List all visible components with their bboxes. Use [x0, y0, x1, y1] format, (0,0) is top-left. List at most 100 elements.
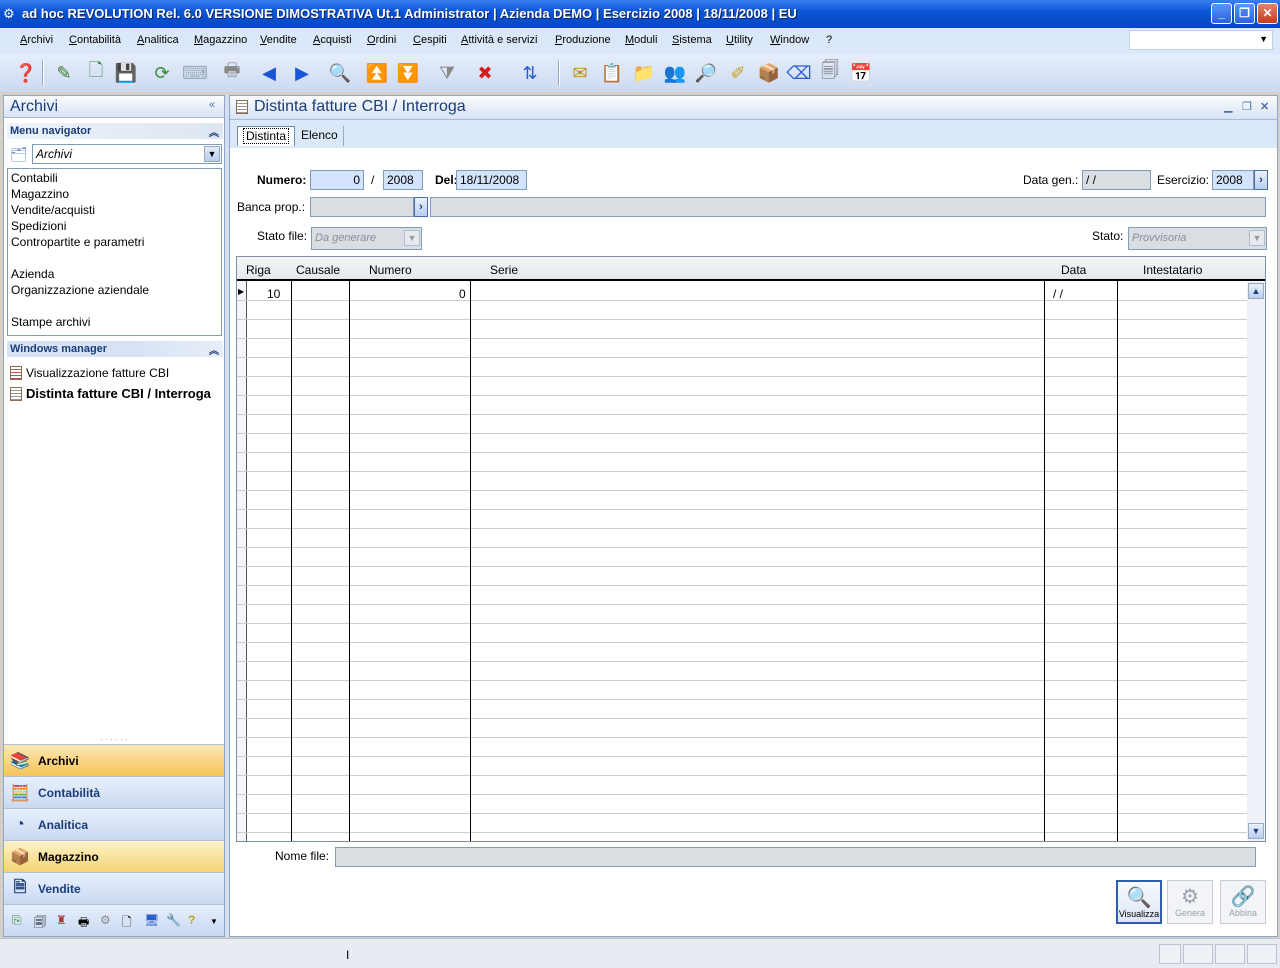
chevron-down-icon[interactable]: ▼ [204, 146, 220, 162]
menu-window[interactable]: Window [770, 34, 809, 46]
edit-icon[interactable]: ✎ [52, 61, 76, 85]
restore-button[interactable]: ❐ [1234, 3, 1255, 24]
help-icon[interactable]: ❓ [14, 61, 38, 85]
child-close-button[interactable]: ✕ [1260, 100, 1269, 113]
nav-item-spedizioni[interactable]: Spedizioni [11, 219, 66, 233]
menu-vendite[interactable]: Vendite [260, 34, 297, 46]
mini-section-icon[interactable]: 🖶 [78, 913, 89, 934]
mini-section-icon[interactable]: 🖥 [144, 913, 159, 927]
scroll-down-icon[interactable]: ▼ [1248, 823, 1264, 839]
zoom-icon[interactable]: ⇅ [518, 61, 542, 85]
tab-elenco[interactable]: Elenco [296, 126, 344, 146]
cell-riga[interactable]: 10 [267, 287, 280, 301]
del-date-field[interactable]: 18/11/2008 [456, 170, 527, 190]
menu-moduli[interactable]: Moduli [625, 34, 657, 46]
quick-combo[interactable]: ▼ [1129, 30, 1273, 50]
prev-icon[interactable]: ◀ [257, 61, 281, 85]
child-restore-button[interactable]: ❐ [1242, 100, 1252, 113]
close-button[interactable]: ✕ [1257, 3, 1278, 24]
visualizza-button[interactable]: 🔍 Visualizza [1116, 880, 1162, 924]
banca-lookup-button[interactable]: › [414, 197, 428, 217]
new-icon[interactable]: 🗋 [84, 60, 108, 85]
tab-distinta[interactable]: Distinta [237, 126, 296, 146]
menu-navigator-header[interactable]: Menu navigator ︽ [7, 123, 223, 139]
rows-grid[interactable]: Riga Causale Numero Serie Data Intestata… [236, 256, 1266, 842]
section-archivi[interactable]: 📚 Archivi [4, 744, 224, 776]
mini-section-icon[interactable]: ♜ [56, 913, 67, 927]
column-header-causale[interactable]: Causale [296, 263, 340, 277]
esercizio-field[interactable]: 2008 [1212, 170, 1254, 190]
nav-item-vendite-acquisti[interactable]: Vendite/acquisti [11, 203, 95, 217]
numero-field[interactable]: 0 [310, 170, 364, 190]
menu-acquisti[interactable]: Acquisti [313, 34, 352, 46]
menu-attivita[interactable]: Attività e servizi [461, 34, 537, 46]
row-selector-column[interactable]: ▶ [237, 281, 247, 841]
column-header-riga[interactable]: Riga [246, 263, 271, 277]
section-contabilita[interactable]: 🧮 Contabilità [4, 776, 224, 808]
marker-icon[interactable]: ✐ [726, 61, 750, 85]
menu-sistema[interactable]: Sistema [672, 34, 712, 46]
window-item-distinta[interactable]: Distinta fatture CBI / Interroga [10, 386, 211, 401]
nav-item-organizzazione[interactable]: Organizzazione aziendale [11, 283, 149, 297]
first-icon[interactable]: ⏫ [365, 61, 389, 85]
menu-magazzino[interactable]: Magazzino [194, 34, 247, 46]
documents-icon[interactable]: 🗐 [818, 60, 842, 85]
menu-contabilita[interactable]: Contabilità [69, 34, 121, 46]
column-header-data[interactable]: Data [1061, 263, 1086, 277]
chevron-up-icon[interactable]: ︽ [209, 124, 219, 139]
save-icon[interactable]: 💾 [114, 61, 138, 85]
nav-item-contabili[interactable]: Contabili [11, 171, 58, 185]
box-icon[interactable]: 📦 [757, 61, 781, 85]
navigator-combo[interactable]: Archivi ▼ [32, 144, 222, 164]
child-minimize-button[interactable]: ▁ [1224, 100, 1232, 113]
mini-section-icon[interactable]: 🗋 [122, 913, 132, 934]
refresh-icon[interactable]: ⟳ [150, 61, 174, 85]
minimize-button[interactable]: _ [1211, 3, 1232, 24]
windows-manager-header[interactable]: Windows manager ︽ [7, 341, 223, 357]
calendar-icon[interactable]: 📅 [849, 61, 873, 85]
column-header-numero[interactable]: Numero [369, 263, 412, 277]
notes-icon[interactable]: ✉ [568, 61, 592, 85]
window-item-visualizzazione[interactable]: Visualizzazione fatture CBI [10, 366, 169, 380]
chevron-down-icon[interactable]: ▼ [210, 917, 218, 926]
mini-section-icon[interactable]: ? [188, 913, 195, 927]
last-icon[interactable]: ⏬ [396, 61, 420, 85]
abbina-button[interactable]: 🔗 Abbina [1220, 880, 1266, 924]
genera-button[interactable]: ⚙ Genera [1167, 880, 1213, 924]
cell-data[interactable]: / / [1053, 287, 1063, 301]
keyboard-icon[interactable]: ⌨ [182, 61, 208, 85]
menu-archivi[interactable]: Archivi [20, 34, 53, 46]
eraser-icon[interactable]: ⌫ [786, 61, 811, 85]
delete-icon[interactable]: ✖ [473, 61, 497, 85]
esercizio-lookup-button[interactable]: › [1254, 170, 1268, 190]
menu-cespiti[interactable]: Cespiti [413, 34, 447, 46]
section-analitica[interactable]: ◔ Analitica [4, 808, 224, 840]
nav-item-magazzino[interactable]: Magazzino [11, 187, 69, 201]
nav-item-azienda[interactable]: Azienda [11, 267, 54, 281]
search-icon[interactable]: 🔎 [694, 61, 718, 85]
print-icon[interactable]: 🖶 [220, 60, 244, 85]
next-icon[interactable]: ▶ [290, 61, 314, 85]
column-header-serie[interactable]: Serie [490, 263, 518, 277]
grid-scrollbar[interactable]: ▲ ▼ [1247, 281, 1265, 841]
column-header-intestatario[interactable]: Intestatario [1143, 263, 1202, 277]
mini-section-icon[interactable]: ⚙ [100, 913, 111, 927]
users-icon[interactable]: 👥 [663, 61, 687, 85]
mini-section-icon[interactable]: ⎘ [12, 913, 22, 928]
menu-analitica[interactable]: Analitica [137, 34, 179, 46]
section-vendite[interactable]: 🗎 Vendite [4, 872, 224, 904]
menu-utility[interactable]: Utility [726, 34, 753, 46]
nav-item-contropartite[interactable]: Contropartite e parametri [11, 235, 144, 249]
anno-field[interactable]: 2008 [383, 170, 423, 190]
clipboard-icon[interactable]: 📋 [600, 61, 624, 85]
cell-numero[interactable]: 0 [459, 287, 466, 301]
scroll-up-icon[interactable]: ▲ [1248, 283, 1264, 299]
section-magazzino[interactable]: 📦 Magazzino [4, 840, 224, 872]
menu-produzione[interactable]: Produzione [555, 34, 611, 46]
folder-icon[interactable]: 📁 [632, 61, 656, 85]
menu-ordini[interactable]: Ordini [367, 34, 396, 46]
menu-help[interactable]: ? [826, 34, 832, 46]
preview-icon[interactable]: 🔍 [328, 61, 352, 85]
nav-item-stampe-archivi[interactable]: Stampe archivi [11, 315, 90, 329]
chevron-up-icon[interactable]: ︽ [209, 342, 219, 357]
